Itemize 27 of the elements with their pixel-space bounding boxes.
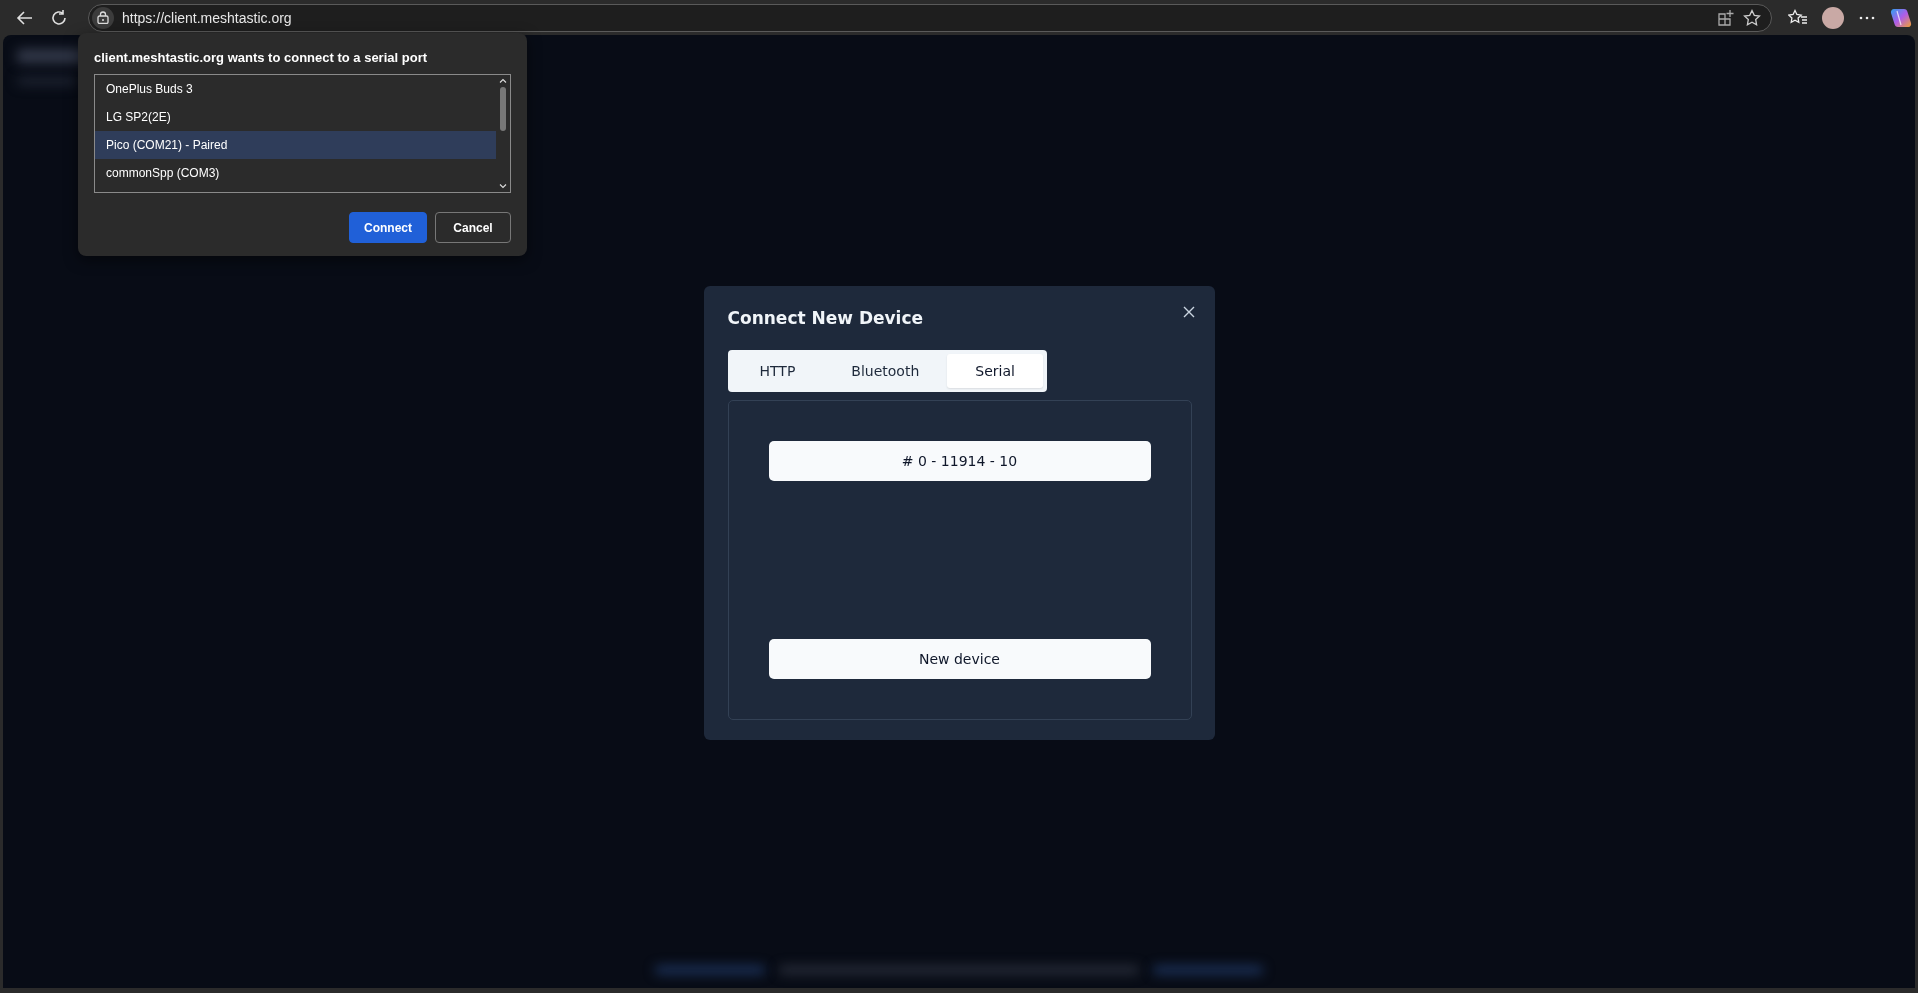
favorites-icon[interactable] (1788, 8, 1808, 27)
add-app-icon[interactable] (1717, 8, 1735, 27)
site-info-button[interactable] (92, 6, 114, 29)
back-icon[interactable] (16, 8, 34, 27)
new-device-button[interactable]: New device (768, 638, 1151, 679)
port-item[interactable]: OnePlus Buds 3 (95, 75, 496, 103)
dialog-title: Connect New Device (727, 307, 924, 328)
profile-avatar[interactable] (1822, 6, 1844, 29)
close-icon (1182, 305, 1195, 318)
connection-tab[interactable]: Bluetooth (823, 353, 948, 388)
connection-tab[interactable]: HTTP (731, 353, 824, 388)
reload-icon[interactable] (50, 8, 68, 27)
connect-button[interactable]: Connect (349, 212, 427, 243)
copilot-icon[interactable] (1890, 6, 1912, 29)
port-item[interactable]: LG SP2(2E) (95, 103, 496, 131)
port-item[interactable]: Pico (COM21) - Paired (95, 131, 496, 159)
scroll-down-icon[interactable] (499, 184, 507, 189)
cancel-button[interactable]: Cancel (435, 212, 511, 243)
star-icon[interactable] (1743, 8, 1761, 27)
port-item[interactable]: commonSpp (COM3) (95, 159, 496, 187)
lock-icon (97, 11, 109, 24)
device-button[interactable]: # 0 - 11914 - 10 (768, 440, 1151, 481)
scroll-up-icon[interactable] (499, 78, 507, 83)
prompt-title: client.meshtastic.org wants to connect to a serial port (94, 50, 429, 65)
close-button[interactable] (1182, 305, 1195, 318)
connection-tab[interactable]: Serial (947, 353, 1043, 388)
scrollbar-thumb[interactable] (500, 87, 506, 131)
